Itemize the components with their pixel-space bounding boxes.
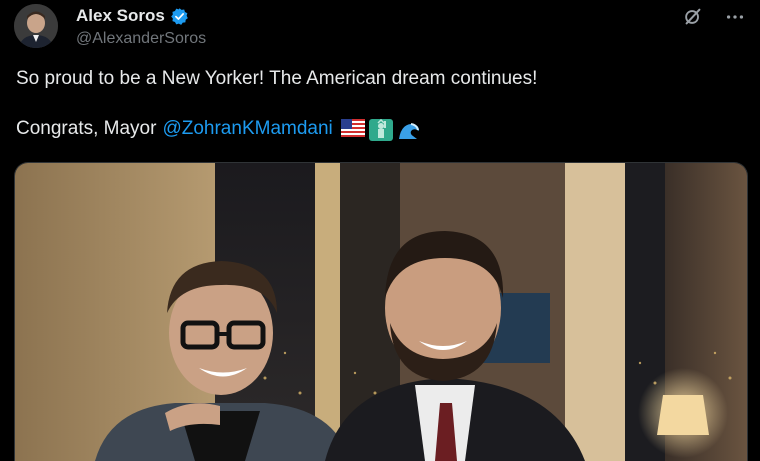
- tweet: Alex Soros @AlexanderSoros So proud to b…: [0, 0, 760, 461]
- tweet-actions: [682, 6, 746, 28]
- avatar[interactable]: [14, 4, 58, 48]
- author-info: Alex Soros @AlexanderSoros: [76, 6, 206, 48]
- us-flag-emoji: [340, 119, 365, 139]
- statue-of-liberty-emoji: [368, 118, 393, 141]
- tweet-photo[interactable]: [14, 162, 748, 461]
- mention-link[interactable]: @ZohranKMamdani: [162, 116, 332, 142]
- congrats-text: Congrats, Mayor: [16, 118, 157, 139]
- wave-emoji: [397, 119, 421, 139]
- author-handle[interactable]: @AlexanderSoros: [76, 30, 206, 48]
- tweet-text-line-1: So proud to be a New Yorker! The America…: [16, 68, 538, 89]
- grok-icon[interactable]: [682, 6, 704, 28]
- tweet-text-line-2: Congrats, Mayor @ZohranKMamdani: [16, 116, 746, 142]
- tweet-text: So proud to be a New Yorker! The America…: [16, 66, 746, 142]
- more-options-icon[interactable]: [724, 6, 746, 28]
- verified-badge-icon: [170, 7, 189, 26]
- author-name[interactable]: Alex Soros: [76, 6, 165, 26]
